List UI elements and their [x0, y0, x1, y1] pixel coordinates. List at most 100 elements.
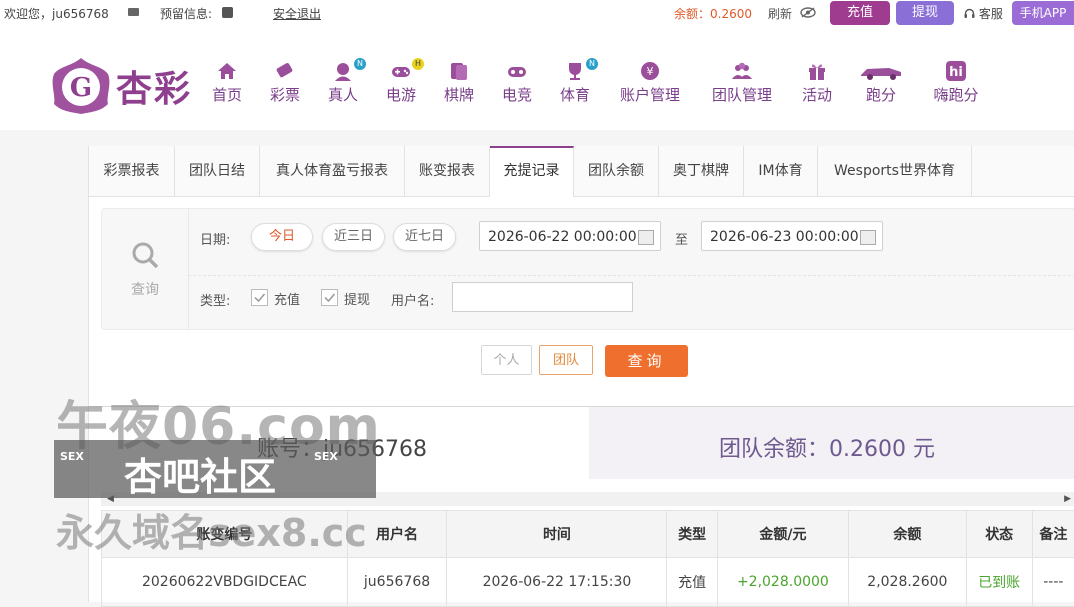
- col-amount: 金额/元: [717, 511, 848, 558]
- tab-team-balance[interactable]: 团队余额: [574, 146, 659, 196]
- nav-label: 电竞: [500, 84, 534, 105]
- gamepad-icon: [390, 60, 412, 82]
- customer-service-link[interactable]: 客服: [964, 7, 1003, 21]
- calendar-icon[interactable]: [860, 230, 876, 245]
- to-label: 至: [675, 229, 688, 248]
- end-date-value: 2026-06-23 00:00:00: [710, 229, 859, 245]
- type-label: 类型:: [200, 290, 230, 309]
- logout-link[interactable]: 安全退出: [273, 7, 321, 21]
- nav-label: 账户管理: [616, 84, 684, 105]
- scroll-left-icon[interactable]: ◀: [107, 494, 114, 504]
- nav-lottery[interactable]: 彩票: [268, 60, 302, 105]
- scroll-right-icon[interactable]: ▶: [1064, 494, 1071, 504]
- tab-deposit-withdraw-records[interactable]: 充提记录: [490, 146, 574, 197]
- account-text: 账号：ju656768: [257, 431, 427, 463]
- top-bar: 欢迎您，ju656768 预留信息: 安全退出 余额：0.2600 刷新 充值 …: [0, 0, 1074, 29]
- cell-balance: 2,028.2600: [849, 558, 967, 607]
- new-badge: N: [586, 58, 598, 70]
- divider: [188, 275, 1074, 276]
- eye-slash-icon[interactable]: [800, 7, 816, 18]
- nav-team[interactable]: 团队管理: [708, 60, 776, 105]
- nav-label: 电游: [384, 84, 418, 105]
- personal-button[interactable]: 个人: [481, 345, 532, 375]
- nav-esports[interactable]: 电竞: [500, 60, 534, 105]
- tab-account-changes[interactable]: 账变报表: [405, 146, 490, 196]
- cell-remark: ----: [1032, 558, 1074, 607]
- search-button[interactable]: 查询: [605, 345, 688, 377]
- end-date-field[interactable]: 2026-06-23 00:00:00: [701, 221, 883, 251]
- yen-icon: ¥: [639, 60, 661, 82]
- col-username: 用户名: [347, 511, 447, 558]
- nav-label: 真人: [326, 84, 360, 105]
- headset-icon: [964, 8, 975, 19]
- today-button[interactable]: 今日: [251, 223, 313, 251]
- tab-odin-chess[interactable]: 奥丁棋牌: [659, 146, 744, 196]
- tab-lottery-report[interactable]: 彩票报表: [89, 146, 175, 196]
- mobile-app-button[interactable]: 手机APP: [1012, 1, 1074, 25]
- query-label: 查询: [102, 279, 188, 299]
- car-icon: [859, 60, 903, 82]
- tab-live-sports-pnl[interactable]: 真人体育盈亏报表: [260, 146, 405, 196]
- account-summary: 账号：ju656768: [89, 406, 589, 479]
- horizontal-scrollbar[interactable]: ◀ ▶: [101, 492, 1074, 506]
- refresh-link[interactable]: 刷新: [768, 7, 792, 21]
- tab-im-sports[interactable]: IM体育: [744, 146, 818, 196]
- col-remark: 备注: [1032, 511, 1074, 558]
- content-panel: 彩票报表 团队日结 真人体育盈亏报表 账变报表 充提记录 团队余额 奥丁棋牌 I…: [88, 146, 1074, 602]
- start-date-field[interactable]: 2026-06-22 00:00:00: [479, 221, 661, 251]
- last-three-days-button[interactable]: 近三日: [322, 223, 385, 251]
- charge-checkbox[interactable]: [251, 289, 268, 306]
- trophy-icon: [564, 60, 586, 82]
- search-icon: [131, 241, 159, 269]
- team-button[interactable]: 团队: [539, 345, 593, 375]
- username-input[interactable]: [452, 282, 633, 312]
- nav-hi-running-score[interactable]: hi 嗨跑分: [930, 60, 982, 105]
- date-label: 日期:: [200, 229, 230, 248]
- col-type: 类型: [667, 511, 717, 558]
- withdraw-button[interactable]: 提现: [896, 1, 954, 25]
- nav-slots[interactable]: H 电游: [384, 60, 418, 105]
- watermark-sex-left: SEX: [60, 450, 84, 463]
- username-label: 用户名:: [391, 290, 434, 309]
- logo-icon[interactable]: G: [50, 56, 112, 116]
- filter-box: 查询 日期: 今日 近三日 近七日 2026-06-22 00:00:00 至 …: [101, 208, 1074, 330]
- calendar-icon[interactable]: [638, 230, 654, 245]
- records-table: 账变编号 用户名 时间 类型 金额/元 余额 状态 备注 20260622VBD…: [101, 510, 1074, 607]
- tab-wesports[interactable]: Wesports世界体育: [818, 146, 972, 196]
- svg-text:G: G: [70, 73, 92, 103]
- nav-sports[interactable]: N 体育: [558, 60, 592, 105]
- nav-account[interactable]: ¥ 账户管理: [616, 60, 684, 105]
- nav-label: 棋牌: [442, 84, 476, 105]
- balance-text: 余额：0.2600: [674, 7, 752, 21]
- team-balance-summary: 团队余额：0.2600 元: [589, 406, 1074, 479]
- cell-time: 2026-06-22 17:15:30: [447, 558, 667, 607]
- svg-text:hi: hi: [949, 65, 963, 80]
- nav-label: 彩票: [268, 84, 302, 105]
- nav-activity[interactable]: 活动: [800, 60, 834, 105]
- report-tabs: 彩票报表 团队日结 真人体育盈亏报表 账变报表 充提记录 团队余额 奥丁棋牌 I…: [89, 146, 1074, 197]
- cell-id: 20260622VBDGIDCEAC: [102, 558, 348, 607]
- withdraw-checkbox[interactable]: [321, 289, 338, 306]
- welcome-text: 欢迎您，ju656768: [4, 7, 109, 21]
- table-row: 20260622VBDGIDCEAC ju656768 2026-06-22 1…: [102, 558, 1074, 607]
- tab-team-daily[interactable]: 团队日结: [175, 146, 260, 196]
- nav-live-dealer[interactable]: N 真人: [326, 60, 360, 105]
- nav-label: 首页: [210, 84, 244, 105]
- svg-text:¥: ¥: [647, 65, 654, 78]
- home-icon: [216, 60, 238, 82]
- cell-type: 充值: [667, 558, 717, 607]
- nav-home[interactable]: 首页: [210, 60, 244, 105]
- nav-chess[interactable]: 棋牌: [442, 60, 476, 105]
- last-seven-days-button[interactable]: 近七日: [393, 223, 456, 251]
- withdraw-checkbox-label: 提现: [344, 289, 370, 308]
- live-dealer-icon: [332, 60, 354, 82]
- new-badge: N: [354, 58, 366, 70]
- team-balance-text: 团队余额：0.2600 元: [719, 431, 935, 463]
- nav-running-score[interactable]: 跑分: [858, 60, 904, 105]
- edit-icon[interactable]: [222, 7, 233, 18]
- customer-service-label: 客服: [979, 7, 1003, 21]
- charge-checkbox-label: 充值: [274, 289, 300, 308]
- mail-icon[interactable]: [128, 8, 139, 16]
- nav-label: 团队管理: [708, 84, 776, 105]
- charge-button[interactable]: 充值: [830, 1, 890, 25]
